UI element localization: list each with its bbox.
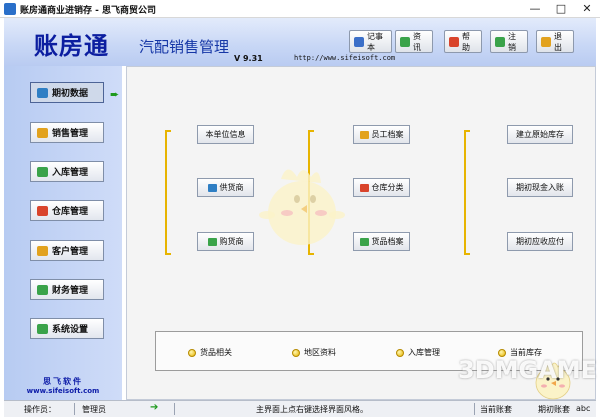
website-url: http://www.sifeisoft.com	[294, 54, 396, 62]
buyer-icon	[207, 237, 217, 246]
sales-icon	[37, 127, 48, 138]
employee-icon	[359, 130, 369, 139]
nav-item-settings[interactable]: 系统设置	[30, 318, 104, 339]
minimize-button[interactable]: —	[522, 0, 548, 18]
company-footer: 思飞软件 www.sifeisoft.com	[16, 376, 110, 395]
supplier-button[interactable]: 供货商	[197, 178, 254, 197]
goods-icon	[359, 237, 369, 246]
status-divider	[74, 403, 75, 415]
exit-button[interactable]: 退出	[536, 30, 574, 53]
account-code: abc	[576, 404, 591, 413]
exit-icon	[541, 36, 551, 47]
logout-icon	[495, 36, 505, 47]
info-icon	[400, 36, 410, 47]
data-icon	[37, 87, 48, 98]
supplier-icon	[207, 183, 217, 192]
settings-icon	[37, 323, 48, 334]
notepad-icon	[354, 36, 364, 47]
bullet-icon	[396, 348, 404, 357]
notepad-button[interactable]: 记事本	[349, 30, 392, 53]
operator-name: 管理员	[82, 405, 106, 414]
company-name: 思飞软件	[43, 377, 83, 386]
version-label: V 9.31	[234, 54, 263, 63]
goods-records-button[interactable]: 货品档案	[353, 232, 410, 251]
quick-link-inbound[interactable]: 入库管理	[396, 347, 440, 358]
category-icon	[359, 183, 369, 192]
quick-link-region[interactable]: 地区资料	[292, 347, 336, 358]
left-nav: 期初数据 ➨ 销售管理 入库管理 仓库管理 客户管理 财务管理 系统设置 思飞软…	[4, 66, 122, 400]
close-button[interactable]: ✕	[574, 0, 600, 18]
initial-stock-button[interactable]: 建立原始库存	[507, 125, 573, 144]
employee-records-button[interactable]: 员工档案	[353, 125, 410, 144]
company-url: www.sifeisoft.com	[26, 387, 100, 395]
current-account-label: 当前账套	[480, 405, 512, 414]
window-title: 账房通商业进销存 - 思飞商贸公司	[20, 6, 157, 16]
app-icon	[4, 3, 16, 15]
finance-icon	[37, 284, 48, 295]
bullet-icon	[188, 348, 196, 357]
help-icon	[449, 36, 459, 47]
warehouse-icon	[37, 205, 48, 216]
nav-item-warehouse[interactable]: 仓库管理	[30, 200, 104, 221]
buyer-button[interactable]: 购货商	[197, 232, 254, 251]
status-divider	[474, 403, 475, 415]
info-button[interactable]: 资讯	[395, 30, 433, 53]
warehouse-category-button[interactable]: 仓库分类	[353, 178, 410, 197]
status-bar: 操作员： 管理员 ➔ 主界面上点右键选择界面风格。 当前账套 期初账套 abc	[4, 400, 596, 417]
company-info-button[interactable]: 本单位信息	[197, 125, 254, 144]
column-bracket	[165, 130, 171, 255]
mascot-icon	[259, 169, 345, 245]
logout-button[interactable]: 注销	[490, 30, 528, 53]
nav-item-inbound[interactable]: 入库管理	[30, 161, 104, 182]
operator-label: 操作员：	[24, 405, 56, 414]
app-subtitle: 汽配销售管理	[139, 38, 230, 56]
inbound-icon	[37, 166, 48, 177]
nav-item-sales[interactable]: 销售管理	[30, 122, 104, 143]
header: 账房通 汽配销售管理 V 9.31 http://www.sifeisoft.c…	[4, 18, 596, 66]
quick-link-goods[interactable]: 货品相关	[188, 347, 232, 358]
nav-item-finance[interactable]: 财务管理	[30, 279, 104, 300]
watermark: 3DMGAME	[458, 356, 598, 384]
initial-receivable-button[interactable]: 期初应收应付	[507, 232, 573, 251]
customer-icon	[37, 245, 48, 256]
main-panel: 本单位信息 供货商 购货商 员工档案 仓库分类 货品档案 建立原始库存 期初现金…	[126, 66, 596, 400]
help-button[interactable]: 帮助	[444, 30, 482, 53]
initial-cash-button[interactable]: 期初现金入账	[507, 178, 573, 197]
initial-account-label: 期初账套	[538, 405, 570, 414]
nav-item-initial-data[interactable]: 期初数据	[30, 82, 104, 103]
title-bar: 账房通商业进销存 - 思飞商贸公司 — □ ✕	[0, 0, 600, 18]
status-hint: 主界面上点右键选择界面风格。	[256, 405, 368, 414]
column-bracket	[464, 130, 470, 255]
maximize-button[interactable]: □	[548, 0, 574, 18]
arrow-icon: ➔	[150, 402, 159, 413]
nav-item-customer[interactable]: 客户管理	[30, 240, 104, 261]
brand-logo: 账房通	[34, 31, 109, 60]
active-arrow-icon: ➨	[110, 88, 120, 101]
bullet-icon	[292, 348, 300, 357]
status-divider	[174, 403, 175, 415]
